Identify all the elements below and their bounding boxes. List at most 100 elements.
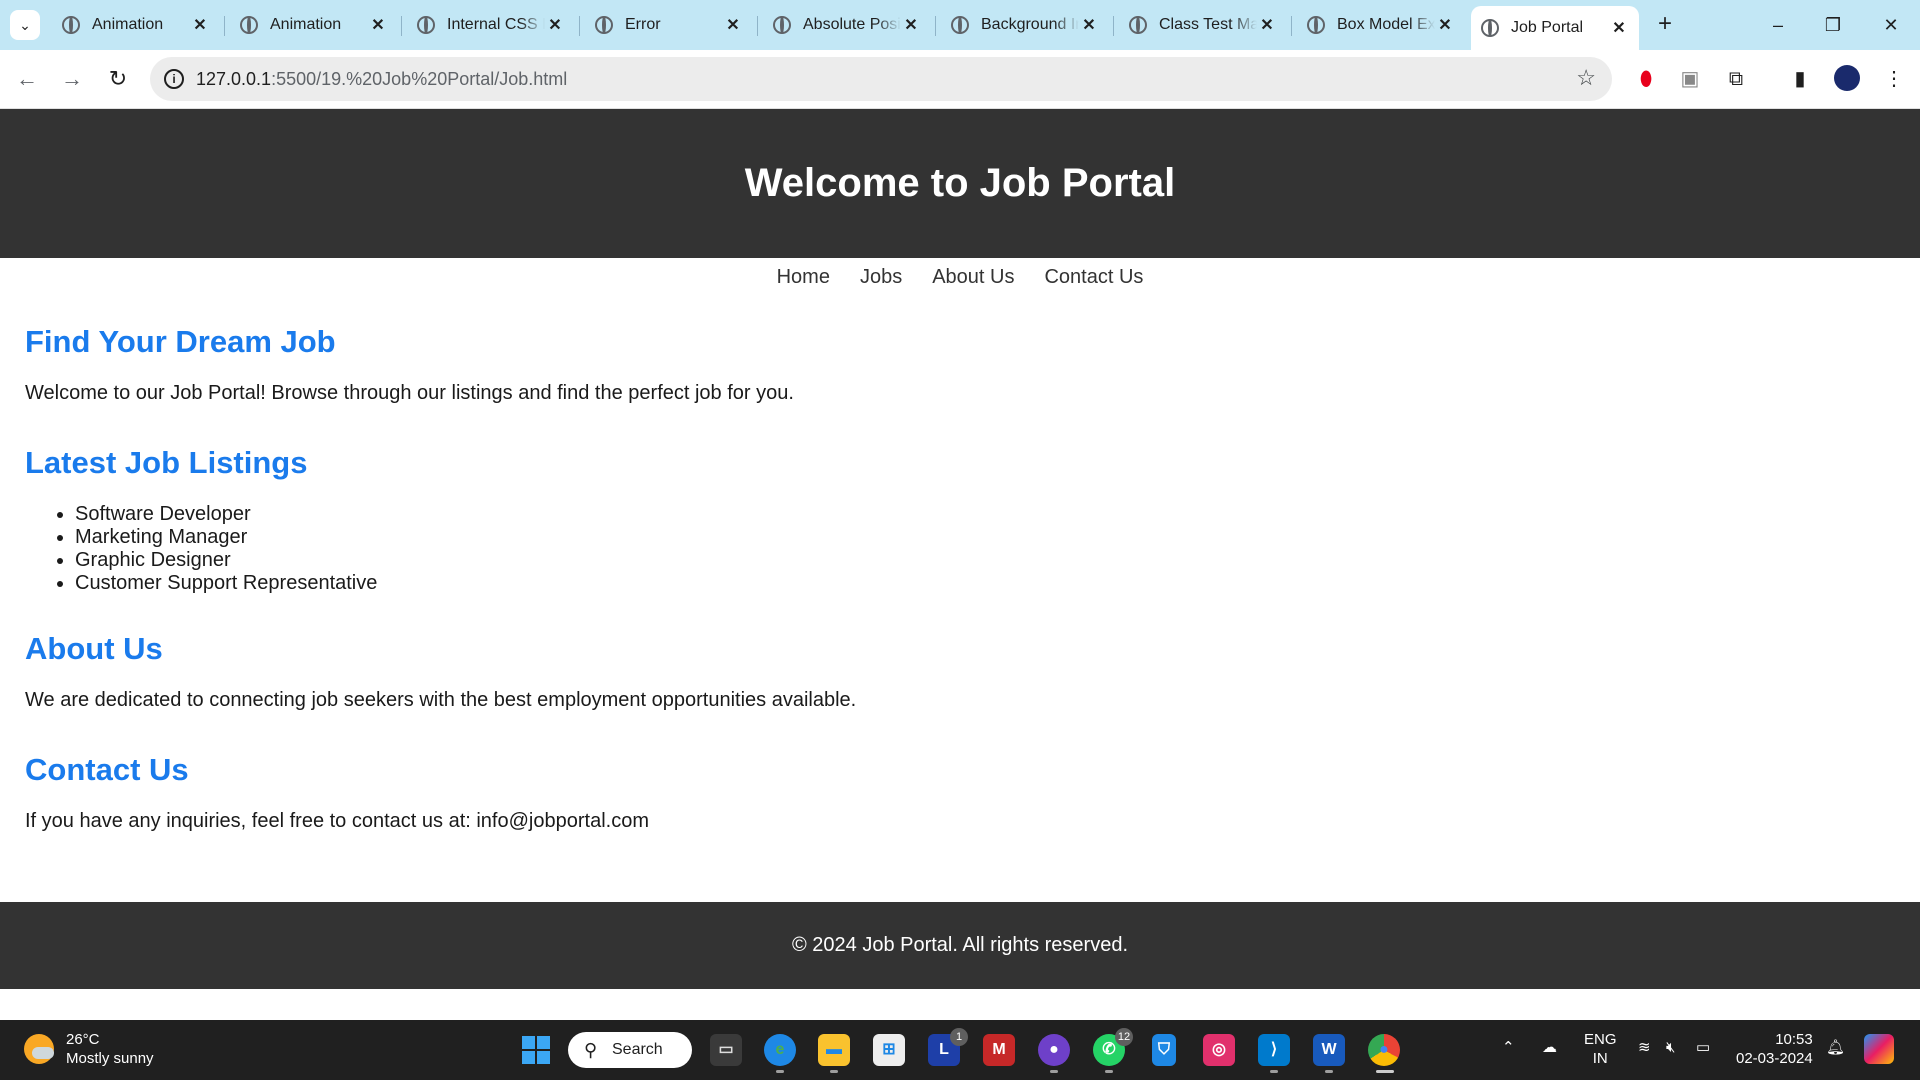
browser-tab[interactable]: Animation ✕ — [230, 6, 398, 44]
clock[interactable]: 10:53 02-03-2024 — [1736, 1030, 1813, 1068]
tab-search-button[interactable]: ⌄ — [10, 10, 40, 40]
site-nav: Home Jobs About Us Contact Us — [0, 258, 1920, 298]
tab-title: Animation — [270, 16, 342, 33]
close-icon[interactable]: ✕ — [368, 15, 388, 35]
tab-title: Job Portal — [1511, 19, 1584, 36]
close-icon[interactable]: ✕ — [901, 15, 921, 35]
close-icon[interactable]: ✕ — [1257, 15, 1277, 35]
browser-tab[interactable]: Background Image ✕ — [941, 6, 1109, 44]
nav-link-contact[interactable]: Contact Us — [1044, 266, 1143, 298]
taskbar-search[interactable]: ⚲ Search — [568, 1032, 692, 1068]
windows-start-icon[interactable] — [522, 1036, 550, 1064]
web-page: Welcome to Job Portal Home Jobs About Us… — [0, 109, 1920, 1020]
site-header: Welcome to Job Portal — [0, 109, 1920, 258]
minimize-icon[interactable]: – — [1758, 10, 1798, 40]
lang-region: IN — [1592, 1050, 1608, 1067]
extension-icon[interactable]: ▣ — [1676, 65, 1704, 93]
browser-tab[interactable]: Error ✕ — [585, 6, 753, 44]
opera-extension-icon[interactable]: ⬮ — [1632, 65, 1660, 93]
new-tab-button[interactable]: + — [1650, 10, 1680, 40]
nav-link-about[interactable]: About Us — [932, 266, 1014, 298]
vscode-icon[interactable]: ⟩ — [1258, 1034, 1290, 1066]
globe-icon — [1481, 19, 1499, 37]
chrome-icon[interactable]: ● — [1368, 1034, 1400, 1066]
url-host: 127.0.0.1 — [196, 69, 272, 89]
browser-tab-active[interactable]: Job Portal ✕ — [1471, 6, 1639, 50]
language-indicator[interactable]: ENG IN — [1584, 1030, 1617, 1068]
side-panel-icon[interactable]: ▮ — [1786, 65, 1814, 93]
section-heading-find: Find Your Dream Job — [25, 324, 336, 359]
page-title: Welcome to Job Portal — [744, 161, 1176, 205]
profile-avatar[interactable] — [1834, 65, 1860, 91]
browser-tab[interactable]: Absolute Positioning ✕ — [763, 6, 931, 44]
clock-date: 02-03-2024 — [1736, 1050, 1813, 1067]
browser-tab[interactable]: Animation ✕ — [52, 6, 220, 44]
close-icon[interactable]: ✕ — [1079, 15, 1099, 35]
back-arrow-icon[interactable]: ← — [12, 64, 42, 94]
section-text-about: We are dedicated to connecting job seeke… — [25, 689, 857, 711]
url-text[interactable]: 127.0.0.1:5500/19.%20Job%20Portal/Job.ht… — [196, 69, 567, 90]
task-view-icon[interactable]: ▭ — [710, 1034, 742, 1066]
globe-icon — [773, 16, 791, 34]
globe-icon — [1307, 16, 1325, 34]
main-content: Find Your Dream Job Welcome to our Job P… — [25, 324, 1885, 873]
tab-title: Internal CSS Example — [447, 16, 545, 33]
nav-link-jobs[interactable]: Jobs — [860, 266, 902, 298]
github-icon[interactable]: ● — [1038, 1034, 1070, 1066]
section-heading-contact: Contact Us — [25, 752, 189, 787]
word-icon[interactable]: W — [1313, 1034, 1345, 1066]
puzzle-icon[interactable]: ⧉ — [1722, 65, 1750, 93]
job-list-item: Marketing Manager — [75, 526, 1885, 549]
close-icon[interactable]: ✕ — [190, 15, 210, 35]
browser-tab[interactable]: Box Model Example ✕ — [1297, 6, 1465, 44]
close-icon[interactable]: ✕ — [1435, 15, 1455, 35]
address-bar[interactable]: i 127.0.0.1:5500/19.%20Job%20Portal/Job.… — [150, 57, 1612, 101]
browser-tab[interactable]: Class Test Marks ✕ — [1119, 6, 1287, 44]
file-explorer-icon[interactable]: ▬ — [818, 1034, 850, 1066]
site-info-icon[interactable]: i — [164, 69, 184, 89]
notification-bell-icon[interactable]: 🔔︎ — [1826, 1038, 1845, 1057]
edge-browser-icon[interactable]: e — [764, 1034, 796, 1066]
browser-tab[interactable]: Internal CSS Example ✕ — [407, 6, 575, 44]
notification-badge: 12 — [1115, 1028, 1133, 1046]
defender-shield-icon[interactable]: ⛉ — [1152, 1034, 1176, 1066]
footer-text: © 2024 Job Portal. All rights reserved. — [791, 934, 1128, 956]
chevron-up-icon[interactable]: ⌃ — [1502, 1038, 1515, 1057]
globe-icon — [62, 16, 80, 34]
close-icon[interactable]: ✕ — [545, 15, 565, 35]
close-icon[interactable]: ✕ — [1609, 18, 1629, 38]
nav-link-home[interactable]: Home — [777, 266, 830, 298]
tab-title: Error — [625, 16, 661, 33]
globe-icon — [595, 16, 613, 34]
more-menu-icon[interactable]: ⋮ — [1880, 65, 1908, 93]
whatsapp-icon[interactable]: ✆ 12 — [1093, 1028, 1133, 1066]
wifi-icon[interactable]: ≋ — [1638, 1038, 1651, 1057]
onedrive-cloud-icon[interactable]: ☁ — [1542, 1038, 1557, 1057]
weather-widget[interactable]: 26°C Mostly sunny — [24, 1030, 154, 1068]
close-icon[interactable]: ✕ — [723, 15, 743, 35]
reload-icon[interactable]: ↻ — [103, 64, 133, 94]
microsoft-store-icon[interactable]: ⊞ — [873, 1034, 905, 1066]
weather-temp: 26°C — [66, 1031, 100, 1048]
job-list-item: Software Developer — [75, 503, 1885, 526]
close-window-icon[interactable]: ✕ — [1871, 10, 1911, 40]
section-heading-about: About Us — [25, 631, 163, 666]
linkedin-learning-icon[interactable]: L1 — [928, 1028, 968, 1066]
job-list-item: Customer Support Representative — [75, 572, 1885, 595]
clock-time: 10:53 — [1775, 1031, 1813, 1048]
mcafee-icon[interactable]: M — [983, 1034, 1015, 1066]
restore-icon[interactable]: ❐ — [1813, 10, 1853, 40]
section-text-find: Welcome to our Job Portal! Browse throug… — [25, 382, 794, 404]
instagram-icon[interactable]: ◎ — [1203, 1034, 1235, 1066]
speaker-muted-icon[interactable]: 🔇︎ — [1666, 1038, 1675, 1057]
tab-title: Class Test Marks — [1159, 16, 1257, 33]
copilot-icon[interactable] — [1864, 1034, 1894, 1064]
forward-arrow-icon[interactable]: → — [57, 64, 87, 94]
taskbar: 26°C Mostly sunny ⚲ Search ▭ e ▬ ⊞ L1 M … — [0, 1020, 1920, 1080]
battery-icon[interactable]: ▭ — [1696, 1038, 1710, 1057]
globe-icon — [240, 16, 258, 34]
tab-title: Absolute Positioning — [803, 16, 901, 33]
bookmark-star-icon[interactable]: ☆ — [1576, 65, 1596, 91]
globe-icon — [951, 16, 969, 34]
job-list-item: Graphic Designer — [75, 549, 1885, 572]
